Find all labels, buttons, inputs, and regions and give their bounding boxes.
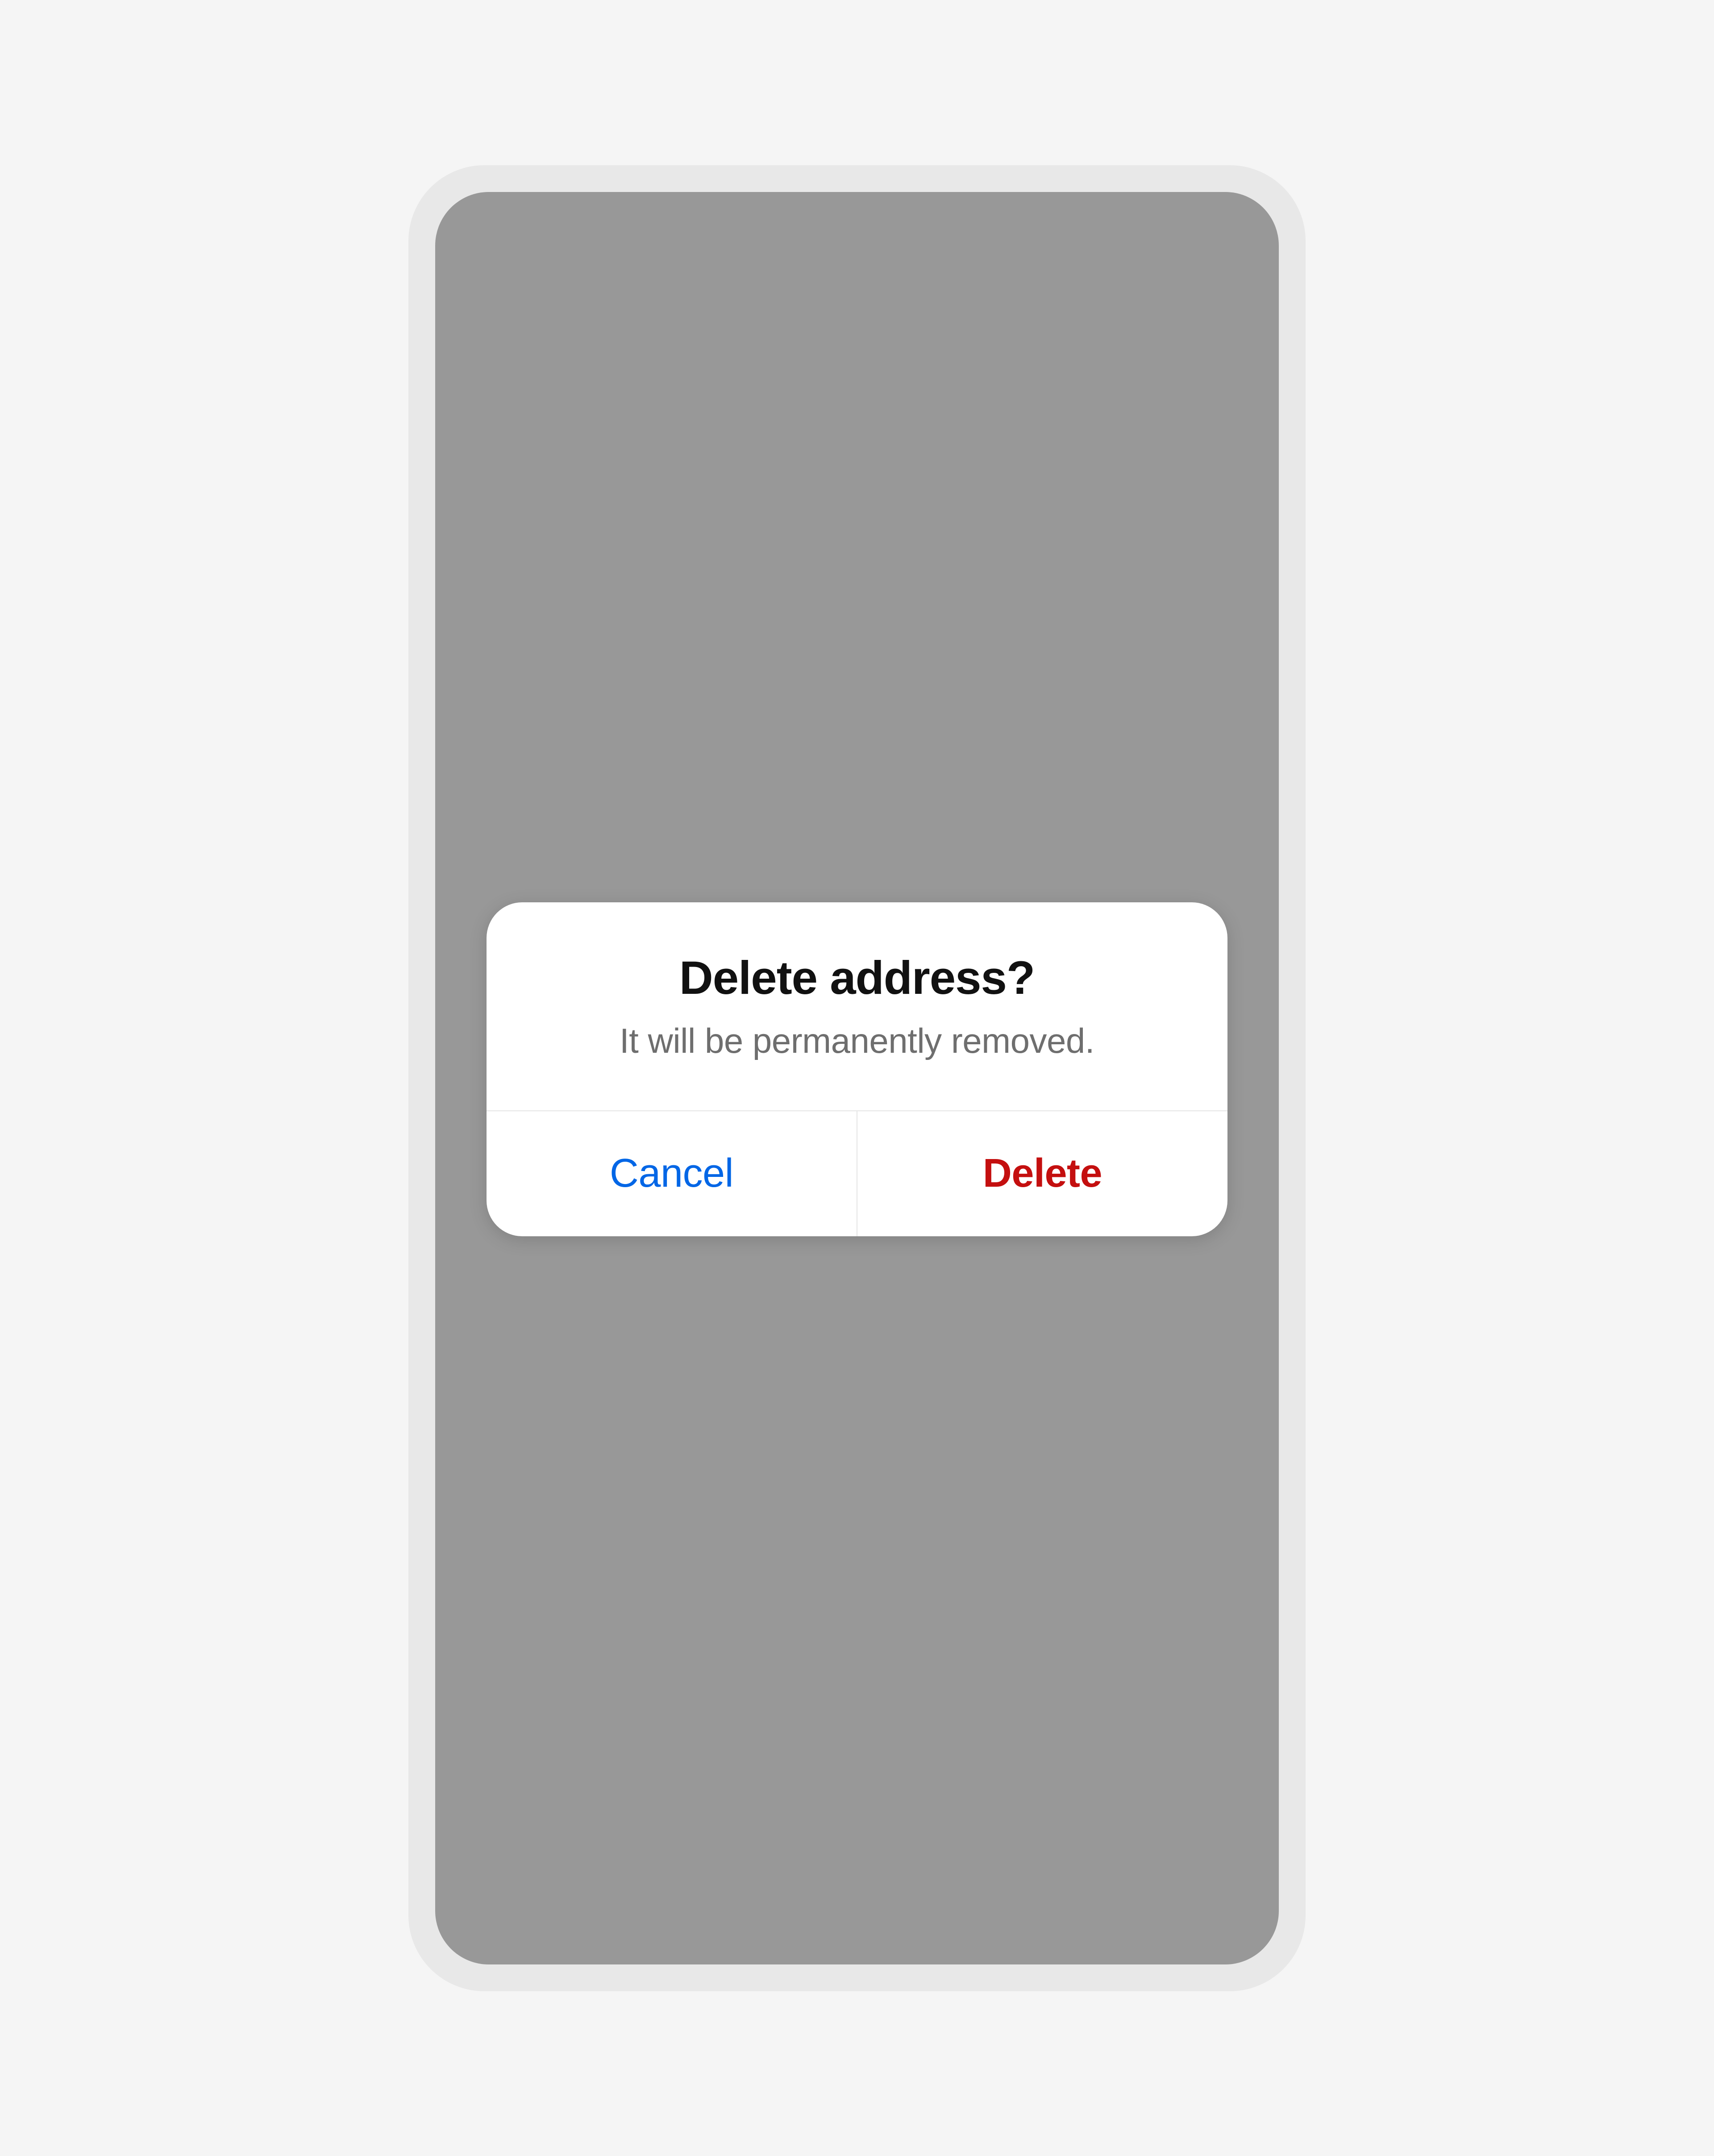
alert-message: It will be permanently removed. [522, 1021, 1192, 1061]
device-screen: Delete address? It will be permanently r… [435, 192, 1279, 1964]
alert-title: Delete address? [522, 951, 1192, 1005]
alert-dialog: Delete address? It will be permanently r… [487, 902, 1227, 1236]
alert-button-row: Cancel Delete [487, 1110, 1227, 1236]
cancel-button[interactable]: Cancel [487, 1111, 857, 1236]
device-frame: Delete address? It will be permanently r… [408, 165, 1306, 1991]
delete-button[interactable]: Delete [857, 1111, 1227, 1236]
alert-content: Delete address? It will be permanently r… [487, 902, 1227, 1110]
